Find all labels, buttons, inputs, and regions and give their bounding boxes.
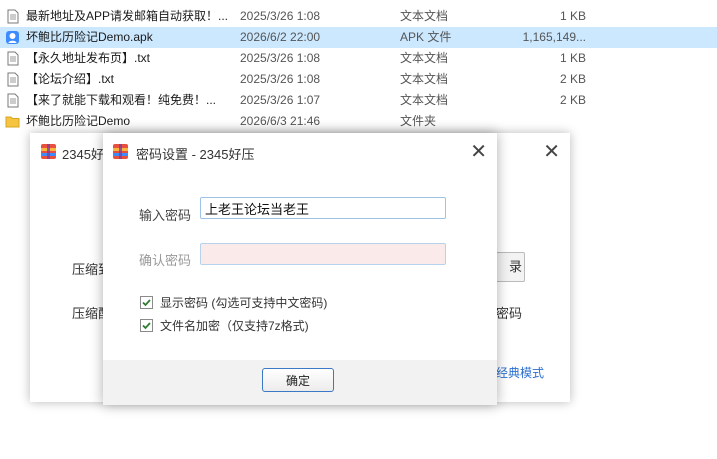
file-date: 2025/3/26 1:08	[240, 9, 321, 23]
close-icon[interactable]: ✕	[543, 139, 560, 164]
password-dialog-titlebar[interactable]: 密码设置 - 2345好压 ✕	[103, 133, 497, 169]
file-name: 【永久地址发布页】.txt	[26, 51, 151, 65]
file-name: 【来了就能下载和观看！纯免费！...	[26, 93, 217, 107]
checkmark-icon	[142, 299, 151, 307]
file-type: APK 文件	[400, 30, 452, 44]
file-date: 2025/3/26 1:08	[240, 51, 321, 65]
file-row[interactable]: 坏鲍比历险记Demo.apk 2026/6/2 22:00 APK 文件 1,1…	[0, 27, 717, 48]
file-row[interactable]: 【来了就能下载和观看！纯免费！... 2025/3/26 1:07 文本文档 2…	[0, 90, 717, 111]
file-size: 2 KB	[559, 93, 586, 107]
file-row[interactable]: 坏鲍比历险记Demo 2026/6/3 21:46 文件夹	[0, 111, 717, 132]
file-date: 2025/3/26 1:07	[240, 93, 321, 107]
text-file-icon	[7, 9, 19, 24]
text-file-icon	[7, 72, 19, 87]
file-list: 最新地址及APP请发邮箱自动获取！... 2025/3/26 1:08 文本文档…	[0, 6, 717, 132]
file-row[interactable]: 【论坛介绍】.txt 2025/3/26 1:08 文本文档 2 KB	[0, 69, 717, 90]
file-size: 1 KB	[559, 9, 586, 23]
show-password-label: 显示密码 (勾选可支持中文密码)	[160, 296, 328, 310]
file-date: 2025/3/26 1:08	[240, 72, 321, 86]
classic-mode-link[interactable]: 经典模式	[496, 364, 544, 381]
file-size: 2 KB	[559, 72, 586, 86]
checkmark-icon	[142, 322, 151, 330]
file-name: 坏鲍比历险记Demo.apk	[26, 30, 153, 44]
file-type: 文本文档	[400, 93, 449, 107]
archive-app-icon	[41, 144, 56, 159]
file-size: 1 KB	[559, 51, 586, 65]
folder-icon	[5, 116, 20, 128]
file-date: 2026/6/2 22:00	[240, 30, 321, 44]
ok-button[interactable]: 确定	[262, 368, 334, 392]
file-type: 文本文档	[400, 72, 449, 86]
password-dialog-title: 密码设置 - 2345好压	[136, 147, 255, 162]
file-type: 文本文档	[400, 9, 449, 23]
file-row[interactable]: 最新地址及APP请发邮箱自动获取！... 2025/3/26 1:08 文本文档…	[0, 6, 717, 27]
confirm-password-input[interactable]	[200, 243, 446, 265]
dialog-footer: 确定	[103, 360, 497, 405]
text-file-icon	[7, 93, 19, 108]
file-date: 2026/6/3 21:46	[240, 114, 321, 128]
file-row[interactable]: 【永久地址发布页】.txt 2025/3/26 1:08 文本文档 1 KB	[0, 48, 717, 69]
file-name: 最新地址及APP请发邮箱自动获取！...	[26, 9, 229, 23]
compress-window-title: 2345好	[62, 147, 104, 162]
encrypt-filenames-label: 文件名加密（仅支持7z格式)	[160, 319, 309, 333]
close-icon[interactable]: ✕	[470, 139, 487, 164]
file-type: 文本文档	[400, 51, 449, 65]
encrypt-filenames-checkbox[interactable]	[140, 319, 153, 332]
password-dialog: 密码设置 - 2345好压 ✕ 输入密码 确认密码 显示密码 (勾选可支持中文密…	[103, 133, 497, 405]
text-file-icon	[7, 51, 19, 66]
file-name: 坏鲍比历险记Demo	[26, 114, 131, 128]
file-type: 文件夹	[400, 114, 437, 128]
password-label: 输入密码	[139, 208, 192, 223]
confirm-password-label: 确认密码	[139, 253, 192, 268]
file-name: 【论坛介绍】.txt	[26, 72, 115, 86]
file-size: 1,165,149...	[522, 30, 586, 44]
apk-file-icon	[6, 31, 19, 44]
password-link[interactable]: 密码	[496, 303, 522, 322]
password-input[interactable]	[200, 197, 446, 219]
show-password-checkbox[interactable]	[140, 296, 153, 309]
archive-app-icon	[113, 144, 128, 159]
